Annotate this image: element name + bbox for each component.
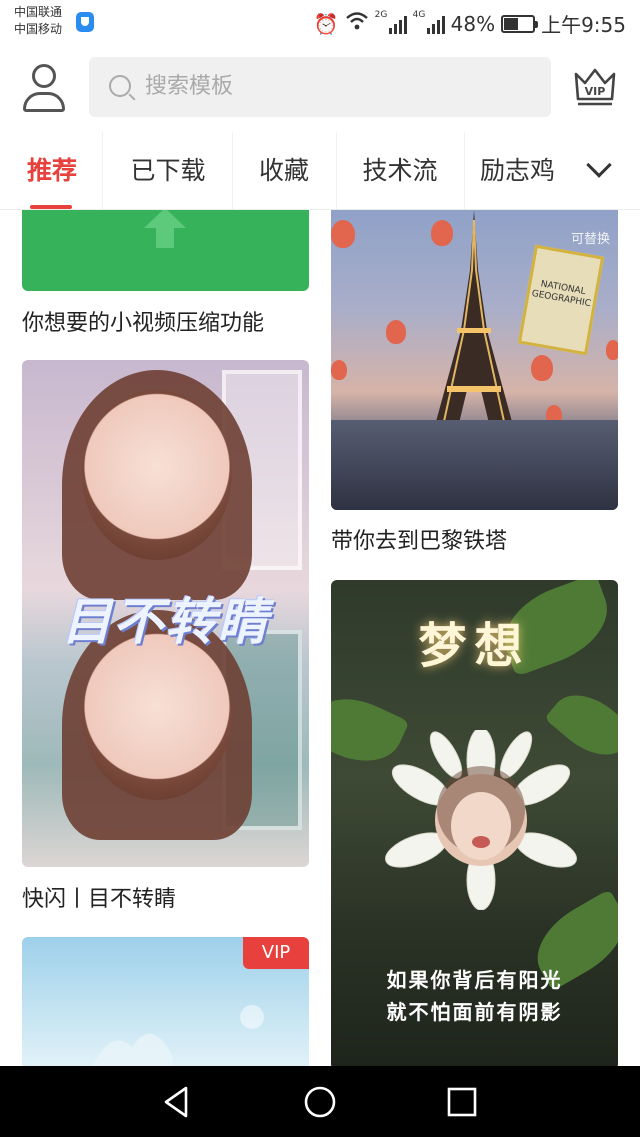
tab-recommended[interactable]: 推荐 — [14, 132, 90, 209]
tab-divider — [102, 132, 103, 209]
vip-crown-label: VIP — [585, 85, 606, 98]
magazine-cover: NATIONAL GEOGRAPHIC — [517, 244, 605, 356]
template-card-vip[interactable]: VIP — [22, 937, 309, 1066]
more-tabs-button[interactable] — [562, 132, 640, 209]
home-icon[interactable] — [302, 1084, 338, 1120]
portrait-face — [82, 630, 232, 800]
portrait-face — [82, 390, 232, 560]
profile-icon[interactable] — [22, 64, 66, 112]
replaceable-tag: 可替换 — [570, 232, 610, 247]
signal-icon-1: 2G — [375, 10, 407, 34]
tab-divider — [232, 132, 233, 209]
tab-tech-flow[interactable]: 技术流 — [350, 132, 450, 209]
vip-badge: VIP — [243, 937, 309, 969]
network-type-2: 4G — [412, 9, 426, 20]
search-placeholder: 搜索模板 — [145, 74, 234, 99]
card-overlay-title: 目不转睛 — [61, 593, 270, 651]
carrier-1: 中国联通 — [14, 5, 63, 19]
back-icon[interactable] — [160, 1084, 196, 1120]
category-tabs: 推荐 已下载 收藏 技术流 励志鸡 — [0, 132, 640, 210]
clock: 上午9:55 — [541, 13, 626, 37]
signal-icon-2: 4G — [413, 10, 445, 34]
status-indicators: ⏰ 2G 4G 48% 上午9:55 — [314, 9, 626, 38]
carrier-2: 中国移动 — [14, 22, 63, 36]
tab-downloaded[interactable]: 已下载 — [118, 132, 218, 209]
system-navigation-bar — [0, 1066, 640, 1137]
template-card-flash[interactable]: 目不转睛 — [22, 360, 309, 867]
balloon — [531, 355, 553, 381]
wifi-icon — [345, 11, 369, 36]
card-caption[interactable]: 你想要的小视频压缩功能 — [22, 310, 264, 338]
eiffel-tower-illustration — [431, 210, 517, 440]
battery-percent: 48% — [450, 11, 496, 36]
tab-active-indicator — [30, 205, 72, 209]
network-type-1: 2G — [374, 9, 388, 20]
card-overlay-title: 梦想 — [418, 618, 531, 674]
template-feed[interactable]: 你想要的小视频压缩功能 目不转睛 快闪丨目不转睛 VIP NATIONAL GE… — [0, 210, 640, 1066]
card-caption[interactable]: 带你去到巴黎铁塔 — [331, 528, 507, 556]
app-header: 搜索模板 VIP — [0, 46, 640, 132]
carrier-info: 中国联通 中国移动 — [14, 4, 62, 38]
card-quote-line-1: 如果你背后有阳光 — [386, 968, 563, 992]
balloon — [331, 220, 355, 248]
search-icon — [109, 75, 131, 97]
flower-illustration — [385, 730, 577, 910]
tab-favorites[interactable]: 收藏 — [246, 132, 322, 209]
city-skyline — [331, 420, 618, 510]
card-caption[interactable]: 快闪丨目不转睛 — [22, 886, 176, 914]
chevron-down-icon — [586, 152, 612, 178]
vip-crown-icon[interactable]: VIP — [572, 66, 618, 108]
status-bar: 中国联通 中国移动 ⏰ 2G 4G 48% 上午9:55 — [0, 0, 640, 46]
shield-icon — [76, 12, 94, 32]
magazine-title: NATIONAL GEOGRAPHIC — [530, 279, 592, 310]
up-arrow-icon — [144, 210, 186, 248]
template-card-dream[interactable]: 梦想 如果你背后有阳光 就不怕面前有阴影 — [331, 580, 618, 1066]
recents-icon[interactable] — [444, 1084, 480, 1120]
balloon — [386, 320, 406, 344]
template-card-compress[interactable] — [22, 210, 309, 291]
alarm-icon: ⏰ — [313, 11, 339, 36]
balloon — [606, 340, 618, 360]
tab-divider — [336, 132, 337, 209]
search-bar[interactable]: 搜索模板 — [89, 57, 551, 117]
balloon — [331, 360, 347, 380]
battery-icon — [501, 14, 539, 33]
tab-divider — [464, 132, 465, 209]
card-quote-line-2: 就不怕面前有阴影 — [386, 1000, 563, 1024]
template-card-paris[interactable]: NATIONAL GEOGRAPHIC 可替换 — [331, 210, 618, 510]
